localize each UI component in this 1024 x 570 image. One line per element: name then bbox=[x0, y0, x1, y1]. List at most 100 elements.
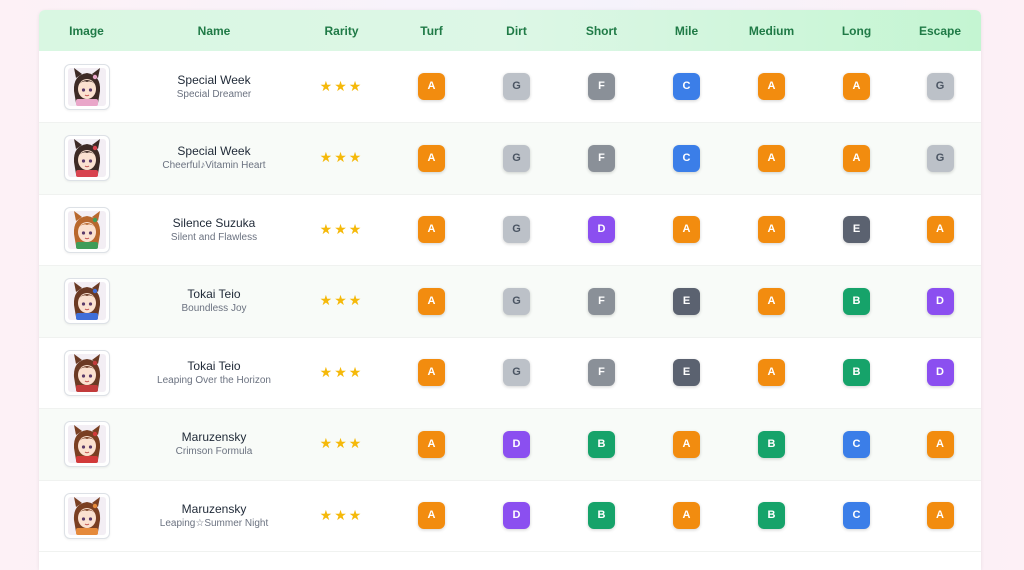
column-header-image[interactable]: Image bbox=[39, 10, 134, 51]
table-body: Special Week Special Dreamer ★★★ A G F C A A G Spe… bbox=[39, 51, 981, 552]
table-row[interactable]: Maruzensky Crimson Formula ★★★ A D B A B C A bbox=[39, 408, 981, 481]
mile-grade-badge: C bbox=[673, 73, 700, 100]
rarity-stars-icon: ★★★ bbox=[319, 220, 364, 237]
table-row[interactable]: Tokai Teio Boundless Joy ★★★ A G F E A B D bbox=[39, 265, 981, 338]
long-cell: A bbox=[814, 51, 899, 123]
character-name: Silence Suzuka bbox=[172, 215, 256, 230]
mile-grade-badge: C bbox=[673, 144, 700, 172]
mile-cell: E bbox=[644, 337, 729, 409]
escape-grade-badge: D bbox=[926, 359, 954, 387]
medium-grade-badge: A bbox=[758, 287, 785, 315]
dirt-grade-badge: G bbox=[503, 144, 530, 172]
short-grade-badge: F bbox=[588, 359, 615, 387]
short-grade-badge: B bbox=[588, 430, 615, 458]
escape-grade-badge: D bbox=[926, 287, 954, 315]
medium-cell: A bbox=[729, 337, 814, 409]
long-grade-badge: E bbox=[843, 216, 870, 244]
character-outfit-title: Special Dreamer bbox=[176, 88, 252, 100]
rarity-stars-icon: ★★★ bbox=[319, 435, 364, 452]
dirt-cell: G bbox=[474, 194, 559, 266]
rarity-cell: ★★★ bbox=[294, 337, 389, 409]
character-portrait[interactable] bbox=[63, 421, 110, 468]
table-row[interactable]: Maruzensky Leaping☆Summer Night ★★★ A D B A B C A bbox=[39, 480, 981, 552]
long-cell: C bbox=[814, 409, 899, 481]
long-grade-badge: C bbox=[843, 502, 870, 530]
character-portrait[interactable] bbox=[63, 492, 110, 539]
turf-grade-badge: A bbox=[418, 73, 445, 100]
escape-cell: G bbox=[899, 123, 981, 195]
dirt-grade-badge: D bbox=[503, 430, 530, 458]
column-header-long[interactable]: Long bbox=[814, 10, 899, 51]
short-grade-badge: F bbox=[588, 144, 615, 172]
turf-cell: A bbox=[389, 123, 474, 195]
column-header-short[interactable]: Short bbox=[559, 10, 644, 51]
dirt-cell: G bbox=[474, 123, 559, 195]
turf-cell: A bbox=[389, 480, 474, 552]
rarity-stars-icon: ★★★ bbox=[319, 292, 364, 309]
escape-grade-badge: A bbox=[926, 502, 954, 530]
rarity-stars-icon: ★★★ bbox=[319, 77, 364, 94]
mile-grade-badge: E bbox=[673, 287, 700, 315]
character-portrait[interactable] bbox=[63, 206, 110, 253]
character-outfit-title: Boundless Joy bbox=[181, 303, 247, 315]
turf-grade-badge: A bbox=[418, 216, 445, 244]
character-outfit-title: Cheerful♪Vitamin Heart bbox=[162, 160, 266, 172]
dirt-grade-badge: G bbox=[503, 73, 530, 100]
long-grade-badge: C bbox=[843, 430, 870, 458]
name-cell: Tokai Teio Boundless Joy bbox=[134, 266, 294, 338]
rarity-stars-icon: ★★★ bbox=[319, 363, 364, 380]
dirt-grade-badge: D bbox=[503, 502, 530, 530]
character-portrait[interactable] bbox=[63, 135, 110, 182]
turf-grade-badge: A bbox=[418, 144, 445, 172]
rarity-stars-icon: ★★★ bbox=[319, 506, 364, 523]
image-cell bbox=[39, 194, 134, 266]
escape-grade-badge: A bbox=[926, 216, 954, 244]
long-cell: A bbox=[814, 123, 899, 195]
column-header-rarity[interactable]: Rarity bbox=[294, 10, 389, 51]
character-portrait[interactable] bbox=[63, 278, 110, 325]
column-header-name[interactable]: Name bbox=[134, 10, 294, 51]
mile-cell: E bbox=[644, 266, 729, 338]
long-grade-badge: B bbox=[843, 359, 870, 387]
rarity-cell: ★★★ bbox=[294, 266, 389, 338]
mile-cell: A bbox=[644, 480, 729, 552]
character-table-card: Image Name Rarity Turf Dirt Short Mile M… bbox=[39, 10, 981, 570]
column-header-dirt[interactable]: Dirt bbox=[474, 10, 559, 51]
mile-grade-badge: A bbox=[673, 502, 700, 530]
medium-cell: A bbox=[729, 194, 814, 266]
table-row[interactable]: Special Week Special Dreamer ★★★ A G F C A A G bbox=[39, 51, 981, 123]
table-row[interactable]: Special Week Cheerful♪Vitamin Heart ★★★ A G F… bbox=[39, 122, 981, 195]
rarity-cell: ★★★ bbox=[294, 194, 389, 266]
escape-cell: D bbox=[899, 337, 981, 409]
escape-cell: A bbox=[899, 480, 981, 552]
turf-cell: A bbox=[389, 409, 474, 481]
short-grade-badge: F bbox=[588, 287, 615, 315]
escape-cell: G bbox=[899, 51, 981, 123]
character-portrait[interactable] bbox=[63, 63, 110, 110]
short-cell: F bbox=[559, 123, 644, 195]
character-name: Special Week bbox=[177, 144, 251, 159]
character-outfit-title: Silent and Flawless bbox=[170, 231, 258, 243]
character-outfit-title: Crimson Formula bbox=[175, 446, 253, 458]
name-cell: Special Week Special Dreamer bbox=[134, 51, 294, 123]
table-header-row: Image Name Rarity Turf Dirt Short Mile M… bbox=[39, 10, 981, 51]
table-row[interactable]: Silence Suzuka Silent and Flawless ★★★ A G D A… bbox=[39, 194, 981, 266]
column-header-medium[interactable]: Medium bbox=[729, 10, 814, 51]
name-cell: Maruzensky Leaping☆Summer Night bbox=[134, 480, 294, 552]
column-header-escape[interactable]: Escape bbox=[899, 10, 981, 51]
column-header-mile[interactable]: Mile bbox=[644, 10, 729, 51]
turf-cell: A bbox=[389, 266, 474, 338]
rarity-cell: ★★★ bbox=[294, 123, 389, 195]
medium-grade-badge: A bbox=[758, 359, 785, 387]
character-portrait[interactable] bbox=[63, 349, 110, 396]
short-cell: F bbox=[559, 266, 644, 338]
column-header-turf[interactable]: Turf bbox=[389, 10, 474, 51]
medium-grade-badge: A bbox=[758, 216, 785, 244]
turf-grade-badge: A bbox=[418, 359, 445, 387]
dirt-grade-badge: G bbox=[503, 287, 530, 315]
escape-cell: A bbox=[899, 409, 981, 481]
long-grade-badge: A bbox=[843, 73, 870, 100]
image-cell bbox=[39, 51, 134, 123]
table-row[interactable]: Tokai Teio Leaping Over the Horizon ★★★ A G F… bbox=[39, 337, 981, 409]
name-cell: Special Week Cheerful♪Vitamin Heart bbox=[134, 123, 294, 195]
